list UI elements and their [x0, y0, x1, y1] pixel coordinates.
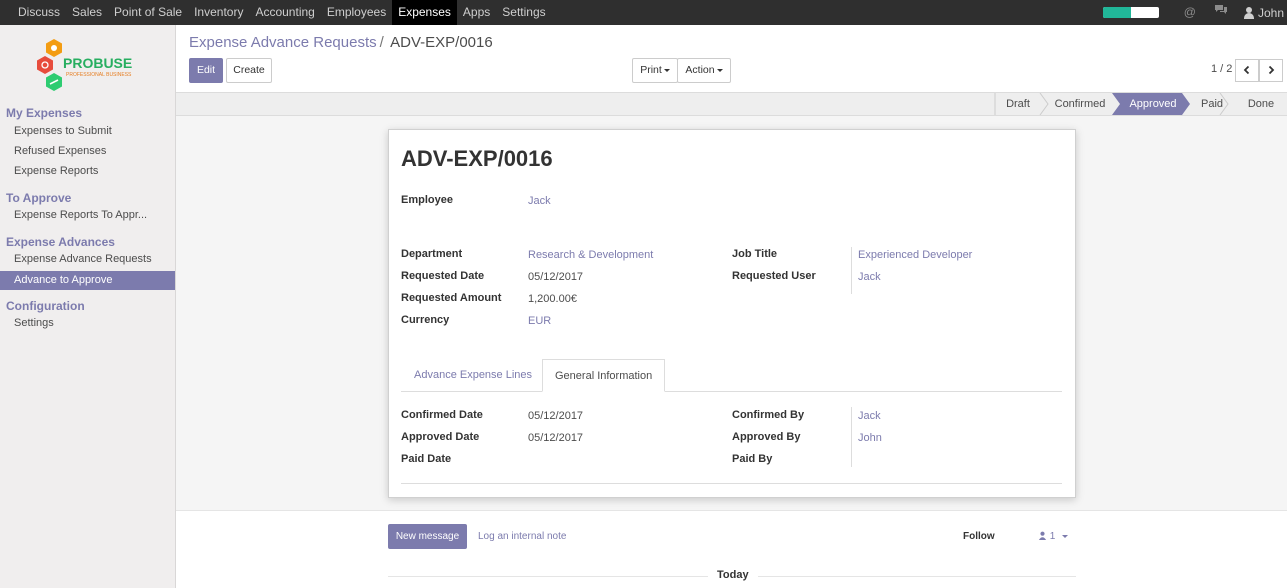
currency-field[interactable]: EUR — [528, 315, 551, 327]
department-label: Department — [401, 248, 463, 260]
section-configuration: Configuration — [6, 299, 85, 313]
caret-down-icon — [1062, 534, 1069, 538]
confirmed-by-label: Confirmed By — [732, 409, 805, 421]
chat-icon[interactable] — [1214, 0, 1228, 25]
section-to-approve: To Approve — [6, 191, 72, 205]
breadcrumb-separator: / — [379, 34, 384, 51]
print-label: Print — [640, 64, 662, 76]
field-divider — [851, 407, 852, 467]
stage-confirmed[interactable]: Confirmed — [1044, 93, 1116, 115]
top-navbar: Discuss Sales Point of Sale Inventory Ac… — [0, 0, 1287, 25]
record-title: ADV-EXP/0016 — [401, 146, 553, 171]
user-avatar-icon — [1243, 6, 1255, 20]
pager-previous-button[interactable] — [1235, 59, 1259, 82]
tab-content-divider — [401, 483, 1062, 484]
sidebar-item-expense-reports-to-approve[interactable]: Expense Reports To Appr... — [0, 206, 175, 225]
menu-accounting[interactable]: Accounting — [249, 0, 320, 25]
stage-draft[interactable]: Draft — [995, 93, 1041, 115]
follow-button[interactable]: Follow — [963, 531, 995, 542]
create-button[interactable]: Create — [226, 58, 272, 83]
user-name: John — [1257, 5, 1284, 20]
sidebar-item-advance-to-approve[interactable]: Advance to Approve — [0, 271, 175, 290]
today-label: Today — [708, 569, 758, 581]
systray: @ John — [1102, 0, 1287, 25]
job-title-field[interactable]: Experienced Developer — [858, 249, 972, 261]
tab-general-information[interactable]: General Information — [542, 359, 666, 392]
requested-user-field[interactable]: Jack — [858, 271, 881, 283]
confirmed-by-field[interactable]: Jack — [858, 410, 881, 422]
requested-amount-field: 1,200.00€ — [528, 293, 577, 305]
caret-down-icon — [716, 68, 723, 72]
currency-label: Currency — [401, 314, 450, 326]
confirmed-date-label: Confirmed Date — [401, 409, 483, 421]
user-icon — [1038, 531, 1047, 540]
paid-date-label: Paid Date — [401, 453, 452, 465]
probuse-logo[interactable]: PROBUSE PROFESSIONAL BUSINESS — [34, 37, 144, 97]
stage-approved[interactable]: Approved — [1120, 93, 1186, 115]
menu-point-of-sale[interactable]: Point of Sale — [108, 0, 188, 25]
edit-button[interactable]: Edit — [189, 58, 223, 83]
chevron-right-icon — [1268, 65, 1275, 75]
breadcrumb-parent[interactable]: Expense Advance Requests — [189, 34, 377, 51]
sidebar-item-expense-reports[interactable]: Expense Reports — [0, 162, 175, 181]
user-menu[interactable]: John — [1243, 6, 1284, 20]
section-my-expenses: My Expenses — [6, 106, 83, 120]
menu-inventory[interactable]: Inventory — [188, 0, 249, 25]
menu-employees[interactable]: Employees — [321, 0, 392, 25]
requested-user-label: Requested User — [732, 270, 816, 282]
breadcrumb-current: ADV-EXP/0016 — [390, 34, 493, 51]
log-note-link[interactable]: Log an internal note — [478, 531, 566, 542]
requested-date-label: Requested Date — [401, 270, 485, 282]
menu-expenses[interactable]: Expenses — [392, 0, 457, 25]
sidebar-item-settings[interactable]: Settings — [0, 314, 175, 333]
approved-date-field: 05/12/2017 — [528, 432, 584, 444]
menu-discuss[interactable]: Discuss — [12, 0, 66, 25]
onboarding-progress-bar[interactable] — [1102, 7, 1159, 18]
employee-label: Employee — [401, 194, 453, 206]
stage-done[interactable]: Done — [1234, 93, 1287, 115]
field-divider — [851, 247, 852, 294]
requested-date-field: 05/12/2017 — [528, 271, 584, 283]
paid-by-label: Paid By — [732, 453, 773, 465]
approved-date-label: Approved Date — [401, 431, 480, 443]
requested-amount-label: Requested Amount — [401, 292, 502, 304]
action-label: Action — [685, 64, 715, 76]
sidebar-item-expenses-to-submit[interactable]: Expenses to Submit — [0, 122, 175, 141]
logo-brand: PROBUSE — [63, 55, 132, 71]
progress-fill — [1102, 7, 1131, 18]
stage-paid[interactable]: Paid — [1190, 93, 1234, 115]
sidebar-item-refused-expenses[interactable]: Refused Expenses — [0, 142, 175, 161]
confirmed-date-field: 05/12/2017 — [528, 410, 584, 422]
job-title-label: Job Title — [732, 248, 778, 260]
tab-advance-expense-lines[interactable]: Advance Expense Lines — [402, 359, 544, 392]
employee-field[interactable]: Jack — [528, 195, 551, 207]
breadcrumb: Expense Advance Requests / ADV-EXP/0016 — [189, 34, 493, 51]
pager-next-button[interactable] — [1259, 59, 1283, 82]
followers-dropdown[interactable]: 1 — [1038, 531, 1069, 542]
department-field[interactable]: Research & Development — [528, 249, 653, 261]
followers-count: 1 — [1049, 531, 1056, 542]
status-bar: Draft Confirmed Approved Paid Done — [176, 92, 1287, 116]
menu-apps[interactable]: Apps — [457, 0, 496, 25]
logo-tagline: PROFESSIONAL BUSINESS — [66, 72, 132, 78]
caret-down-icon — [663, 68, 670, 72]
print-dropdown[interactable]: Print — [632, 58, 678, 83]
action-dropdown[interactable]: Action — [677, 58, 731, 83]
main-menu: Discuss Sales Point of Sale Inventory Ac… — [12, 0, 552, 25]
approved-by-label: Approved By — [732, 431, 801, 443]
sidebar-item-expense-advance-requests[interactable]: Expense Advance Requests — [0, 250, 175, 269]
menu-sales[interactable]: Sales — [66, 0, 108, 25]
approved-by-field[interactable]: John — [858, 432, 882, 444]
sidebar: PROBUSE PROFESSIONAL BUSINESS My Expense… — [0, 25, 176, 588]
menu-settings[interactable]: Settings — [496, 0, 551, 25]
new-message-button[interactable]: New message — [388, 524, 467, 549]
pager-value[interactable]: 1 / 2 — [1211, 63, 1232, 75]
section-expense-advances: Expense Advances — [6, 235, 115, 249]
at-icon[interactable]: @ — [1184, 0, 1196, 25]
chevron-left-icon — [1243, 65, 1250, 75]
